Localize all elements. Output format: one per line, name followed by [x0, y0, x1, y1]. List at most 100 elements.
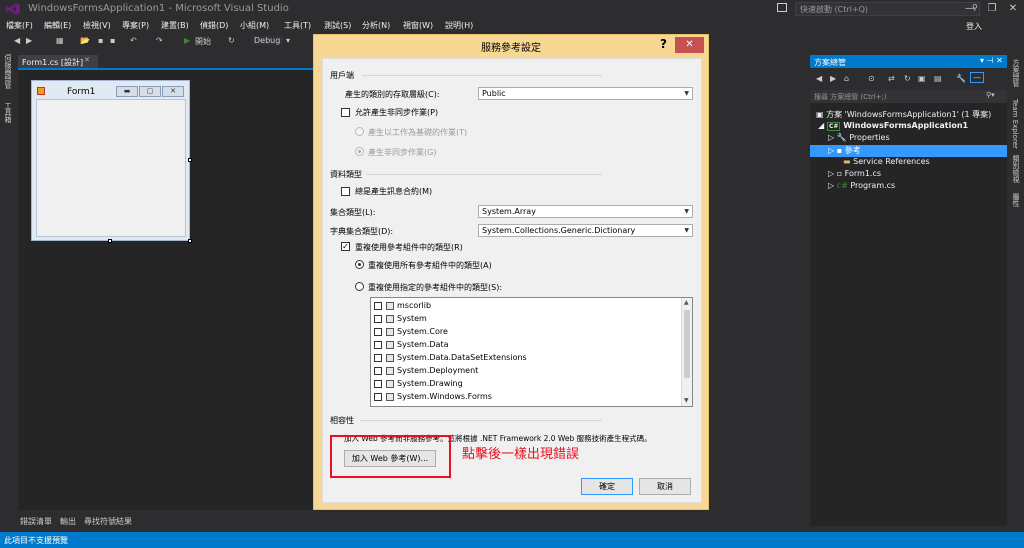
- pending-changes-icon[interactable]: ⊙: [868, 74, 875, 83]
- sign-in-link[interactable]: 登入: [966, 21, 982, 32]
- assembly-checkbox[interactable]: [374, 341, 382, 349]
- window-title: WindowsFormsApplication1 - Microsoft Vis…: [28, 3, 289, 14]
- reuse-types-checkbox[interactable]: ✓: [341, 242, 350, 251]
- config-dropdown-icon[interactable]: ▾: [286, 36, 290, 45]
- assembly-checkbox[interactable]: [374, 367, 382, 375]
- toolbox-tab[interactable]: 工具箱: [3, 102, 13, 123]
- assembly-checkbox[interactable]: [374, 380, 382, 388]
- compat-section-divider: [360, 420, 602, 421]
- feedback-icon[interactable]: [777, 3, 787, 12]
- assembly-checkbox[interactable]: [374, 354, 382, 362]
- team-explorer-tab[interactable]: Team Explorer: [1011, 99, 1019, 149]
- preview-icon[interactable]: —: [970, 72, 984, 83]
- tab-output[interactable]: 輸出: [60, 516, 76, 527]
- form-client-area[interactable]: [36, 99, 186, 237]
- menu-file[interactable]: 檔案(F): [6, 20, 33, 31]
- solution-explorer-tab[interactable]: 方案總管: [1011, 59, 1021, 87]
- quick-launch-input[interactable]: 快速啟動 (Ctrl+Q): [795, 2, 980, 16]
- refresh-icon[interactable]: ↻: [228, 36, 235, 45]
- save-icon[interactable]: ▪: [98, 36, 103, 45]
- properties-wrench-icon[interactable]: 🔧: [956, 74, 966, 83]
- menu-help[interactable]: 說明(H): [445, 20, 473, 31]
- access-level-select[interactable]: Public ▼: [478, 87, 693, 100]
- back-icon[interactable]: ◀: [14, 36, 20, 45]
- solution-search-input[interactable]: 搜尋 方案總管 (Ctrl+;) ⚲▾: [810, 90, 1007, 103]
- menu-test[interactable]: 測試(S): [324, 20, 351, 31]
- allow-async-checkbox[interactable]: [341, 108, 350, 117]
- new-project-icon[interactable]: ▦: [56, 36, 64, 45]
- cancel-button[interactable]: 取消: [639, 478, 691, 495]
- chevron-down-icon: ▼: [684, 227, 689, 234]
- scroll-thumb[interactable]: [684, 310, 690, 378]
- redo-icon[interactable]: ↷: [156, 36, 163, 45]
- collapse-all-icon[interactable]: ▣: [918, 74, 926, 83]
- assembly-icon: [386, 380, 394, 388]
- list-scrollbar[interactable]: ▲ ▼: [681, 298, 692, 406]
- assembly-checkbox[interactable]: [374, 328, 382, 336]
- task-based-radio[interactable]: [355, 127, 364, 136]
- right-tool-strip: 方案總管 Team Explorer 類別檢視 屬性: [1008, 55, 1024, 526]
- dialog-close-button[interactable]: ✕: [675, 37, 704, 53]
- tree-item-service-references[interactable]: ▬ Service References: [810, 157, 1007, 169]
- start-play-icon[interactable]: ▶: [184, 36, 190, 45]
- tree-item-form1[interactable]: ▷ ▫ Form1.cs: [810, 169, 1007, 181]
- chevron-down-icon: ▼: [684, 208, 689, 215]
- solution-config-select[interactable]: Debug: [251, 36, 284, 45]
- scroll-down-icon[interactable]: ▼: [684, 397, 689, 404]
- menu-build[interactable]: 建置(B): [161, 20, 189, 31]
- sync-icon[interactable]: ⇄: [888, 74, 895, 83]
- close-button[interactable]: ✕: [1003, 0, 1023, 18]
- menu-window[interactable]: 視窗(W): [403, 20, 433, 31]
- tree-item-project[interactable]: ◢ C# WindowsFormsApplication1: [810, 121, 1007, 133]
- document-tab[interactable]: Form1.cs [設計] ✕: [18, 55, 98, 68]
- menu-edit[interactable]: 編輯(E): [44, 20, 71, 31]
- tree-item-references[interactable]: ▷ ▪ 參考: [810, 145, 1007, 157]
- minimize-button[interactable]: —: [960, 0, 980, 18]
- resize-handle-bottom[interactable]: [108, 239, 112, 243]
- reuse-specified-radio[interactable]: [355, 282, 364, 291]
- menu-view[interactable]: 檢視(V): [83, 20, 111, 31]
- ok-button[interactable]: 確定: [581, 478, 633, 495]
- start-button[interactable]: 開始: [195, 36, 211, 47]
- server-explorer-tab[interactable]: 伺服器總管: [3, 54, 13, 89]
- assembly-list[interactable]: mscorlib System System.Core System.Data …: [370, 297, 693, 407]
- forward-icon[interactable]: ▶: [830, 74, 836, 83]
- tab-error-list[interactable]: 錯誤清單: [20, 516, 52, 527]
- menu-project[interactable]: 專案(P): [122, 20, 149, 31]
- forward-icon[interactable]: ▶: [26, 36, 32, 45]
- home-icon[interactable]: ⌂: [844, 74, 849, 83]
- menu-debug[interactable]: 偵錯(D): [200, 20, 228, 31]
- pin-icon[interactable]: ▾ ⊣ ✕: [980, 56, 1003, 65]
- form-preview[interactable]: Form1 ▬ ▢ ✕: [31, 80, 190, 241]
- dictionary-type-select[interactable]: System.Collections.Generic.Dictionary ▼: [478, 224, 693, 237]
- show-all-files-icon[interactable]: ▤: [934, 74, 942, 83]
- tab-find-symbol[interactable]: 尋找符號結果: [84, 516, 132, 527]
- resize-handle-corner[interactable]: [188, 239, 192, 243]
- async-ops-radio[interactable]: [355, 147, 364, 156]
- assembly-checkbox[interactable]: [374, 302, 382, 310]
- scroll-up-icon[interactable]: ▲: [684, 299, 689, 306]
- resize-handle-right[interactable]: [188, 158, 192, 162]
- save-all-icon[interactable]: ▪: [110, 36, 115, 45]
- reuse-all-radio[interactable]: [355, 260, 364, 269]
- back-icon[interactable]: ◀: [816, 74, 822, 83]
- assembly-checkbox[interactable]: [374, 393, 382, 401]
- menu-tools[interactable]: 工具(T): [284, 20, 311, 31]
- restore-button[interactable]: ❐: [982, 0, 1002, 18]
- form-title: Form1: [67, 87, 96, 97]
- undo-icon[interactable]: ↶: [130, 36, 137, 45]
- always-msg-contract-checkbox[interactable]: [341, 187, 350, 196]
- refresh-icon[interactable]: ↻: [904, 74, 911, 83]
- menu-team[interactable]: 小組(M): [240, 20, 269, 31]
- menu-analyze[interactable]: 分析(N): [362, 20, 390, 31]
- assembly-checkbox[interactable]: [374, 315, 382, 323]
- open-icon[interactable]: 📂: [80, 36, 90, 45]
- tree-item-program[interactable]: ▷ c# Program.cs: [810, 181, 1007, 193]
- help-button[interactable]: ?: [660, 37, 667, 51]
- tree-item-solution[interactable]: ▣ 方案 'WindowsFormsApplication1' (1 專案): [810, 109, 1007, 121]
- pin-icon[interactable]: ✕: [84, 56, 90, 64]
- properties-tab[interactable]: 屬性: [1011, 193, 1021, 207]
- class-view-tab[interactable]: 類別檢視: [1011, 155, 1021, 183]
- collection-type-select[interactable]: System.Array ▼: [478, 205, 693, 218]
- tree-item-properties[interactable]: ▷ 🔧 Properties: [810, 133, 1007, 145]
